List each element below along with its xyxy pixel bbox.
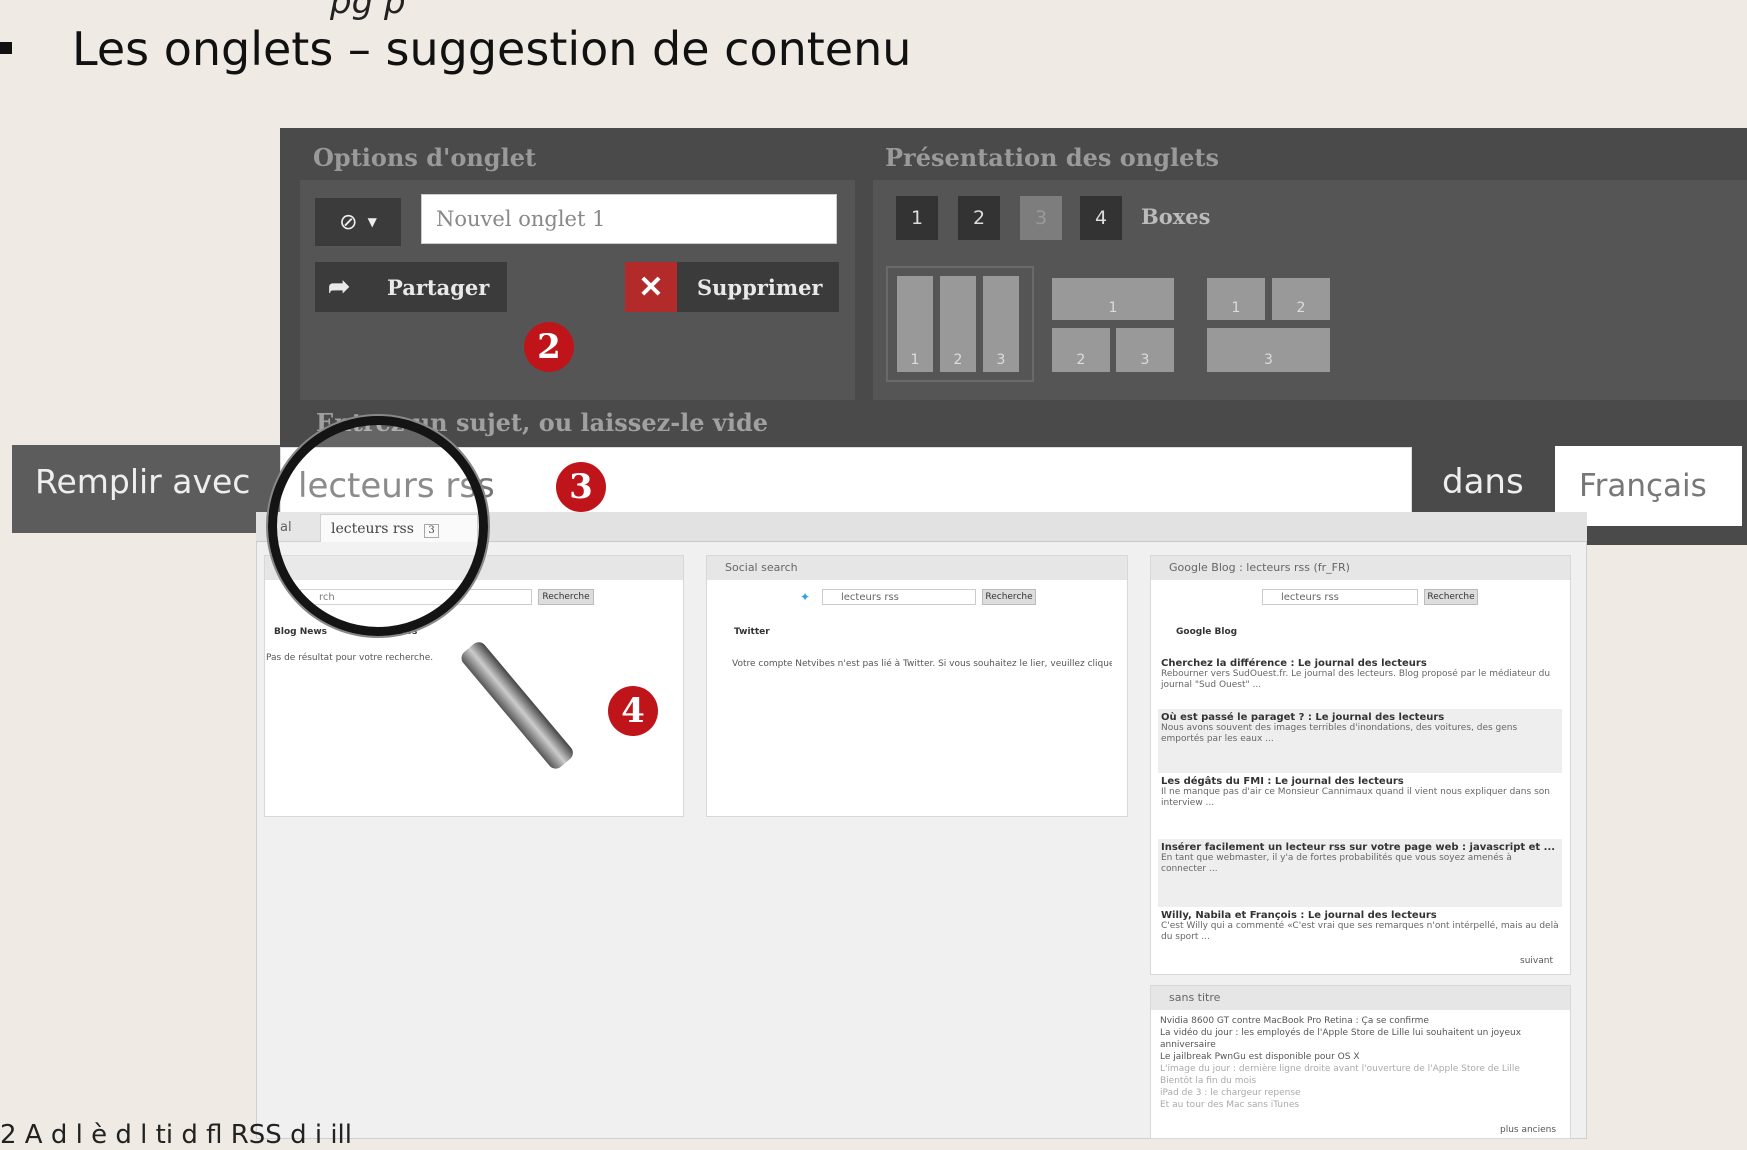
magnifying-glass-icon [268, 416, 488, 636]
news-item-body: Nous avons souvent des images terribles … [1161, 723, 1518, 744]
next-link[interactable]: suivant [1520, 955, 1553, 967]
step-badge-2: 2 [524, 322, 574, 372]
slide-title-fragment: pg p [330, 0, 406, 22]
news-item-body: C'est Willy qui a commenté «C'est vrai q… [1161, 921, 1559, 942]
delete-button-label: Supprimer [697, 274, 823, 300]
column-option-2[interactable]: 2 [958, 196, 1000, 240]
step-badge-4: 4 [608, 686, 658, 736]
feed-item[interactable]: La vidéo du jour : les employés de l'App… [1160, 1027, 1560, 1051]
share-arrow-icon: ➦ [328, 272, 350, 302]
news-item-title[interactable]: Où est passé le paraget ? : Le journal d… [1161, 712, 1559, 723]
news-item[interactable]: Insérer facilement un lecteur rss sur vo… [1158, 839, 1562, 907]
share-button-label: Partager [387, 274, 490, 300]
no-icon-icon: ⊘ [339, 209, 358, 235]
column-option-1[interactable]: 1 [896, 196, 938, 240]
feed-item[interactable]: Et au tour des Mac sans iTunes [1160, 1099, 1560, 1111]
twitter-bird-icon: ✦ [800, 590, 811, 604]
widget-header: sans titre [1151, 986, 1570, 1010]
widget-header: Google Blog : lecteurs rss (fr_FR) [1151, 556, 1570, 580]
tab-name-input[interactable]: Nouvel onglet 1 [421, 194, 837, 244]
news-item[interactable]: Où est passé le paraget ? : Le journal d… [1158, 709, 1562, 773]
column-option-4[interactable]: 4 [1080, 196, 1122, 240]
news-item-title[interactable]: Cherchez la différence : Le journal des … [1161, 658, 1559, 669]
slide-heading: Les onglets – suggestion de contenu [72, 22, 912, 76]
news-list: Cherchez la différence : Le journal des … [1158, 655, 1562, 963]
bullet-marker [0, 42, 12, 54]
layout-2-box-1[interactable]: 1 [1052, 278, 1174, 320]
news-item[interactable]: Les dégâts du FMI : Le journal des lecte… [1158, 773, 1562, 839]
rows-label: Boxes [1141, 204, 1211, 229]
news-item[interactable]: Willy, Nabila et François : Le journal d… [1158, 907, 1562, 963]
google-search-input[interactable]: lecteurs rss [1262, 589, 1418, 605]
layout-1-box-1: 1 [897, 276, 933, 372]
close-icon: ✕ [625, 262, 677, 312]
layout-3-box-3[interactable]: 3 [1207, 328, 1330, 372]
widget-tab-blog-news[interactable]: Blog News [274, 627, 327, 637]
news-item-body: Il ne manque pas d'air ce Monsieur Canni… [1161, 787, 1550, 808]
news-item[interactable]: Cherchez la différence : Le journal des … [1158, 655, 1562, 709]
tab-presentation-title: Présentation des onglets [885, 143, 1219, 172]
news-item-body: Rebourner vers SudOuest.fr. Le journal d… [1161, 669, 1551, 690]
caret-down-icon: ▼ [367, 215, 377, 229]
layout-1-box-3: 3 [983, 276, 1019, 372]
feed-item[interactable]: Le jailbreak PwnGu est disponible pour O… [1160, 1051, 1560, 1063]
feed-item[interactable]: L'image du jour : dernière ligne droite … [1160, 1063, 1560, 1075]
share-button[interactable]: ➦ Partager [315, 262, 507, 312]
layout-2-box-2[interactable]: 2 [1052, 328, 1110, 372]
layout-2-box-3[interactable]: 3 [1116, 328, 1174, 372]
column-option-3[interactable]: 3 [1020, 196, 1062, 240]
tab-options-title: Options d'onglet [313, 143, 537, 172]
delete-button[interactable]: ✕ Supprimer [625, 262, 839, 312]
news-item-body: En tant que webmaster, il y'a de fortes … [1161, 853, 1512, 874]
tab-icon-dropdown[interactable]: ⊘ ▼ [315, 198, 401, 246]
feed-list: Nvidia 8600 GT contre MacBook Pro Retina… [1160, 1015, 1560, 1111]
older-link[interactable]: plus anciens [1500, 1124, 1556, 1136]
fill-with-label: Remplir avec [35, 462, 251, 501]
slide-footer: 2 A d l è d l ti d fl RSS d i ill [0, 1120, 352, 1150]
widget-header: Social search [707, 556, 1127, 580]
layout-1-box-2: 2 [940, 276, 976, 372]
news-item-title[interactable]: Willy, Nabila et François : Le journal d… [1161, 910, 1559, 921]
google-search-button[interactable]: Recherche [1424, 589, 1478, 605]
in-label: dans [1442, 462, 1524, 502]
no-result-message: Pas de résultat pour votre recherche. [266, 653, 434, 663]
layout-3-box-1[interactable]: 1 [1207, 278, 1265, 320]
social-search-button[interactable]: Recherche [982, 589, 1036, 605]
feed-item[interactable]: Bientôt la fin du mois [1160, 1075, 1560, 1087]
widget-search-button[interactable]: Recherche [538, 589, 594, 605]
widget-tab-twitter[interactable]: Twitter [734, 627, 770, 637]
widget-tab-google-blog[interactable]: Google Blog [1176, 627, 1237, 637]
news-item-title[interactable]: Insérer facilement un lecteur rss sur vo… [1161, 842, 1559, 853]
step-badge-3: 3 [556, 462, 606, 512]
layout-3-box-2[interactable]: 2 [1272, 278, 1330, 320]
feed-item[interactable]: Nvidia 8600 GT contre MacBook Pro Retina… [1160, 1015, 1560, 1027]
news-item-title[interactable]: Les dégâts du FMI : Le journal des lecte… [1161, 776, 1559, 787]
social-search-input[interactable]: lecteurs rss [822, 589, 976, 605]
feed-item[interactable]: iPad de 3 : le chargeur repense [1160, 1087, 1560, 1099]
twitter-link-message: Votre compte Netvibes n'est pas lié à Tw… [732, 659, 1112, 669]
